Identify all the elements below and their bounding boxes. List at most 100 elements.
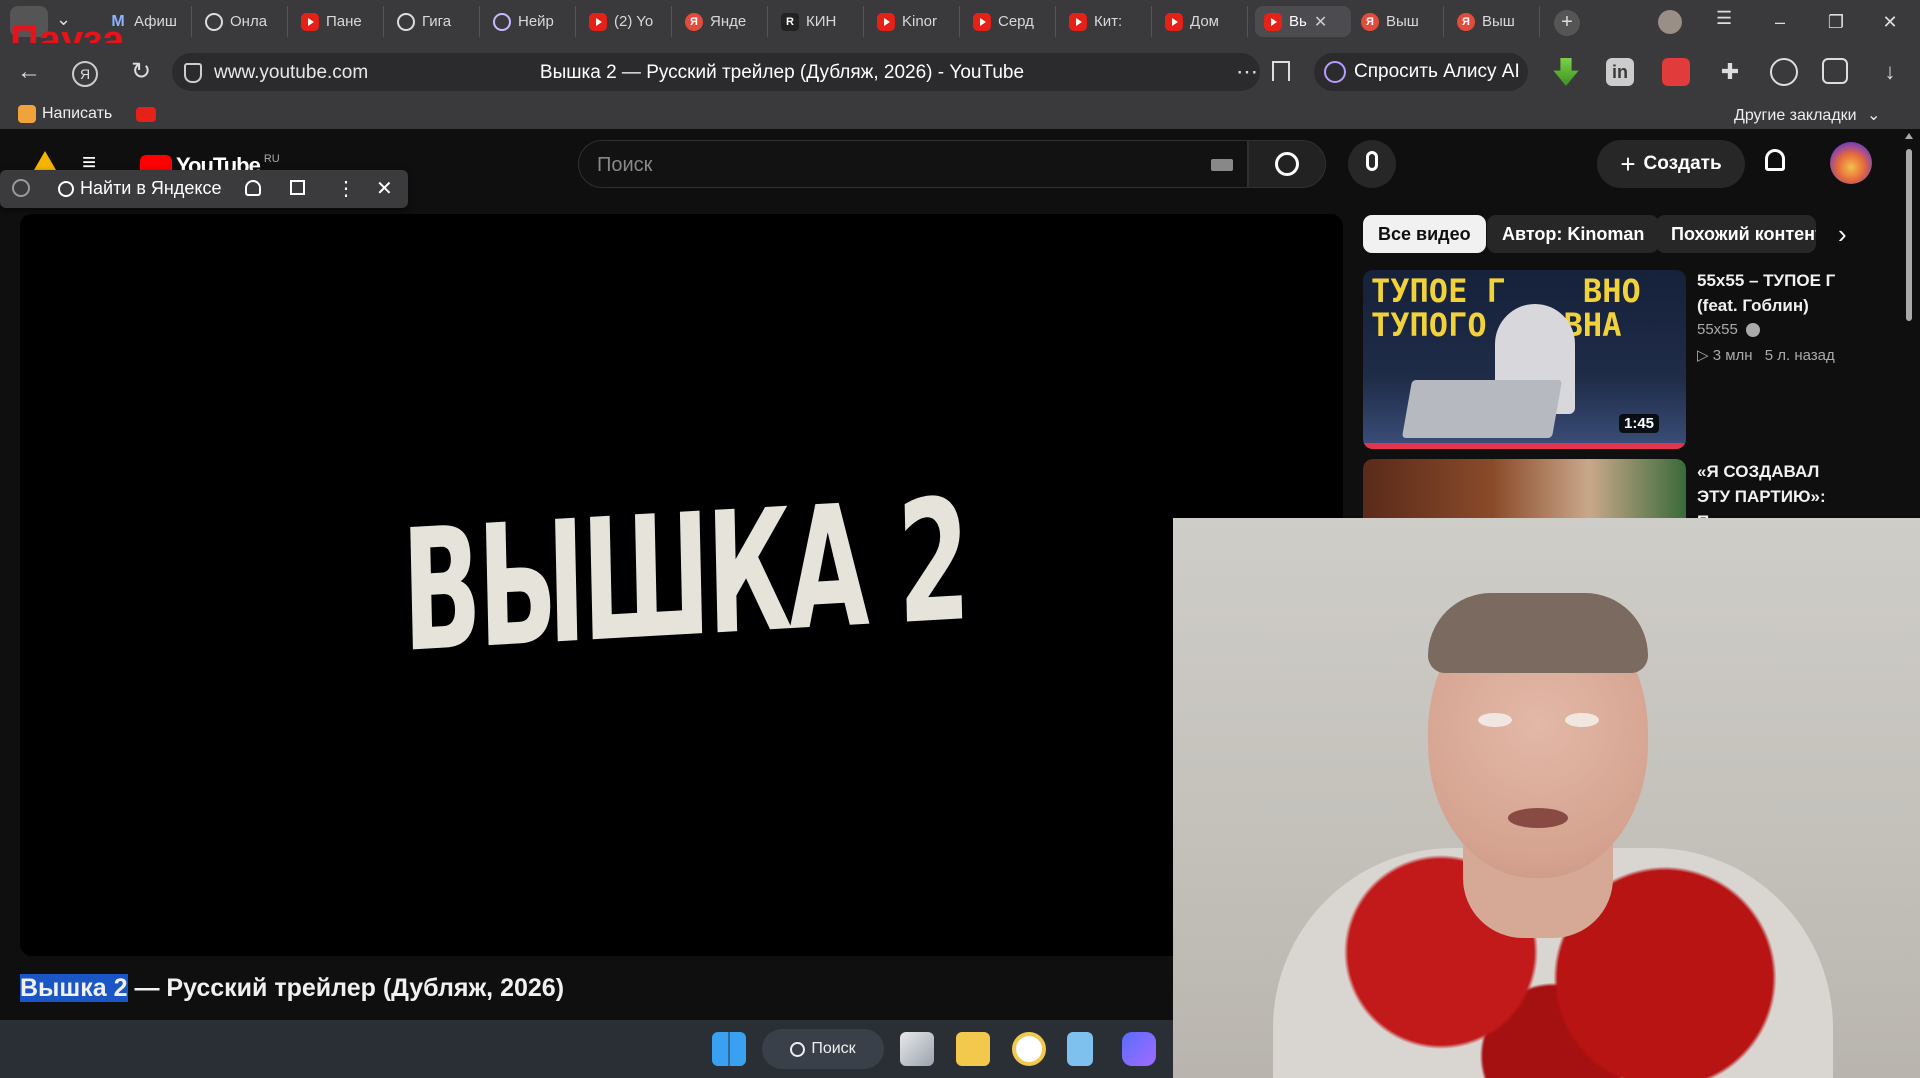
tab-label: Выш xyxy=(1386,13,1419,30)
yandex-browser-icon xyxy=(12,179,30,197)
webcam-mouth xyxy=(1508,808,1568,828)
more-icon[interactable]: ⋯ xyxy=(1236,59,1258,85)
youtube-icon xyxy=(1069,12,1087,31)
collections-icon[interactable] xyxy=(1822,58,1848,84)
bookmark-write[interactable]: Написать xyxy=(18,105,112,123)
chip-similar[interactable]: Похожий контент xyxy=(1656,215,1816,253)
new-tab-button[interactable]: + xyxy=(1554,10,1580,36)
close-window-button[interactable]: ✕ xyxy=(1878,10,1902,34)
plus-icon: + xyxy=(1620,148,1636,179)
youtube-icon xyxy=(1165,12,1183,31)
tab-6[interactable]: Я Янде xyxy=(676,6,768,37)
more-vert-icon[interactable]: ⋮ xyxy=(336,176,356,201)
tab-label: Kinor xyxy=(902,13,938,30)
bookmark-icon[interactable] xyxy=(1272,61,1290,81)
other-bookmarks-label: Другие закладки xyxy=(1734,107,1857,124)
task-view-icon[interactable] xyxy=(900,1032,934,1066)
youtube-icon xyxy=(589,12,607,31)
downloads-icon[interactable]: ↓ xyxy=(1876,58,1904,86)
duration-label: 1:45 xyxy=(1624,415,1655,432)
tab-9[interactable]: Серд xyxy=(964,6,1056,37)
tab-3[interactable]: Гига xyxy=(388,6,480,37)
rec-title[interactable]: 55x55 – ТУПОЕ Г (feat. Гоблин) xyxy=(1697,268,1857,318)
rec-thumbnail[interactable] xyxy=(1363,459,1686,519)
rec-channel[interactable]: 55x55 xyxy=(1697,321,1761,338)
chevron-down-icon: ⌄ xyxy=(1867,107,1881,124)
site-security-icon[interactable] xyxy=(184,63,202,83)
close-tab-icon[interactable]: ✕ xyxy=(1314,12,1327,32)
minimize-button[interactable]: – xyxy=(1768,10,1792,34)
puzzle-extension-icon[interactable]: ✚ xyxy=(1716,58,1744,86)
yandex-home-icon[interactable]: Я xyxy=(70,57,100,87)
chip-all-videos[interactable]: Все видео xyxy=(1363,215,1486,253)
notifications-icon[interactable]: ☰ xyxy=(1716,8,1732,29)
chips-next-chevron-icon[interactable]: › xyxy=(1838,219,1847,250)
windows-start-icon[interactable] xyxy=(712,1032,746,1066)
tab-7[interactable]: R КИН xyxy=(772,6,864,37)
messenger-icon[interactable] xyxy=(1122,1032,1156,1066)
yandex-browser-taskbar-icon[interactable] xyxy=(1012,1032,1046,1066)
download-extension-icon[interactable] xyxy=(1553,58,1579,86)
youtube-icon xyxy=(877,12,895,31)
tab-8[interactable]: Kinor xyxy=(868,6,960,37)
tab-13[interactable]: Я Выш xyxy=(1352,6,1444,37)
file-explorer-icon[interactable] xyxy=(956,1032,990,1066)
rec-thumbnail[interactable]: ТУПОЕ Г ВНО ТУПОГО ВНА 1:45 xyxy=(1363,270,1686,449)
alice-label: Спросить Алису AI xyxy=(1354,61,1520,82)
video-frame-text: ВЫШКА 2 xyxy=(400,462,969,690)
tab-label: Выш xyxy=(1482,13,1515,30)
other-bookmarks-button[interactable]: Другие закладки ⌄ xyxy=(1734,105,1880,125)
find-in-yandex-bar: Найти в Яндексе ⋮ ✕ xyxy=(0,170,408,208)
tab-10[interactable]: Кит: xyxy=(1060,6,1152,37)
copy-icon[interactable] xyxy=(290,180,305,195)
webcam-overlay xyxy=(1173,518,1920,1078)
create-button[interactable]: + Создать xyxy=(1597,140,1745,188)
media-extension-icon[interactable] xyxy=(1770,58,1798,86)
close-icon[interactable]: ✕ xyxy=(376,176,393,201)
chip-author[interactable]: Автор: Kinoman xyxy=(1487,215,1660,253)
search-input[interactable]: Поиск xyxy=(578,140,1248,188)
ask-alice-button[interactable]: Спросить Алису AI xyxy=(1314,53,1528,91)
tab-14[interactable]: Я Выш xyxy=(1448,6,1540,37)
scroll-up-arrow[interactable] xyxy=(1905,133,1913,139)
alice-icon[interactable] xyxy=(245,180,261,196)
find-in-yandex-label: Найти в Яндексе xyxy=(80,178,222,198)
linkedin-extension-icon[interactable]: in xyxy=(1606,58,1634,86)
scroll-thumb[interactable] xyxy=(1906,149,1912,321)
tab-11[interactable]: Дом xyxy=(1156,6,1248,37)
tab-2[interactable]: Пане xyxy=(292,6,384,37)
tab-12[interactable]: Вь ✕ xyxy=(1255,6,1351,37)
restore-button[interactable]: ❐ xyxy=(1824,10,1848,34)
back-arrow-icon[interactable]: ← xyxy=(14,57,44,87)
yandex-mail-icon xyxy=(18,105,36,123)
rec-title[interactable]: «Я СОЗДАВАЛ ЭТУ ПАРТИЮ»: Путин xyxy=(1697,459,1857,518)
microphone-icon xyxy=(1366,151,1378,171)
tab-4[interactable]: Нейр xyxy=(484,6,576,37)
account-avatar[interactable] xyxy=(1830,142,1872,184)
notepad-icon[interactable] xyxy=(1067,1032,1093,1066)
duration-badge: 1:45 xyxy=(1619,414,1660,433)
url-field[interactable]: www.youtube.com Вышка 2 — Русский трейле… xyxy=(172,53,1290,91)
notifications-bell-icon[interactable] xyxy=(1765,149,1785,171)
webcam-eye-left xyxy=(1478,713,1512,727)
red-extension-icon[interactable] xyxy=(1662,58,1690,86)
tab-label: Кит: xyxy=(1094,13,1123,30)
search-button[interactable] xyxy=(1248,140,1326,188)
taskbar-search[interactable]: Поиск xyxy=(762,1029,884,1069)
voice-search-button[interactable] xyxy=(1348,140,1396,188)
tab-label: Пане xyxy=(326,13,362,30)
keyboard-icon[interactable] xyxy=(1211,159,1233,171)
tab-5[interactable]: (2) Yo xyxy=(580,6,672,37)
tab-label: (2) Yo xyxy=(614,13,654,30)
reload-icon[interactable]: ↻ xyxy=(126,57,156,87)
find-in-yandex-button[interactable]: Найти в Яндексе xyxy=(58,178,221,199)
youtube-icon xyxy=(301,12,319,31)
tab-label: Гига xyxy=(422,13,452,30)
views-play-icon: ▷ xyxy=(1697,347,1713,364)
yandex-icon: Я xyxy=(1457,12,1475,31)
tab-1[interactable]: Онла xyxy=(196,6,288,37)
bookmark-youtube-icon[interactable] xyxy=(136,107,156,122)
profile-avatar[interactable] xyxy=(1658,10,1682,34)
video-player[interactable]: ВЫШКА 2 xyxy=(20,214,1343,956)
kinopoisk-icon: R xyxy=(781,12,799,31)
